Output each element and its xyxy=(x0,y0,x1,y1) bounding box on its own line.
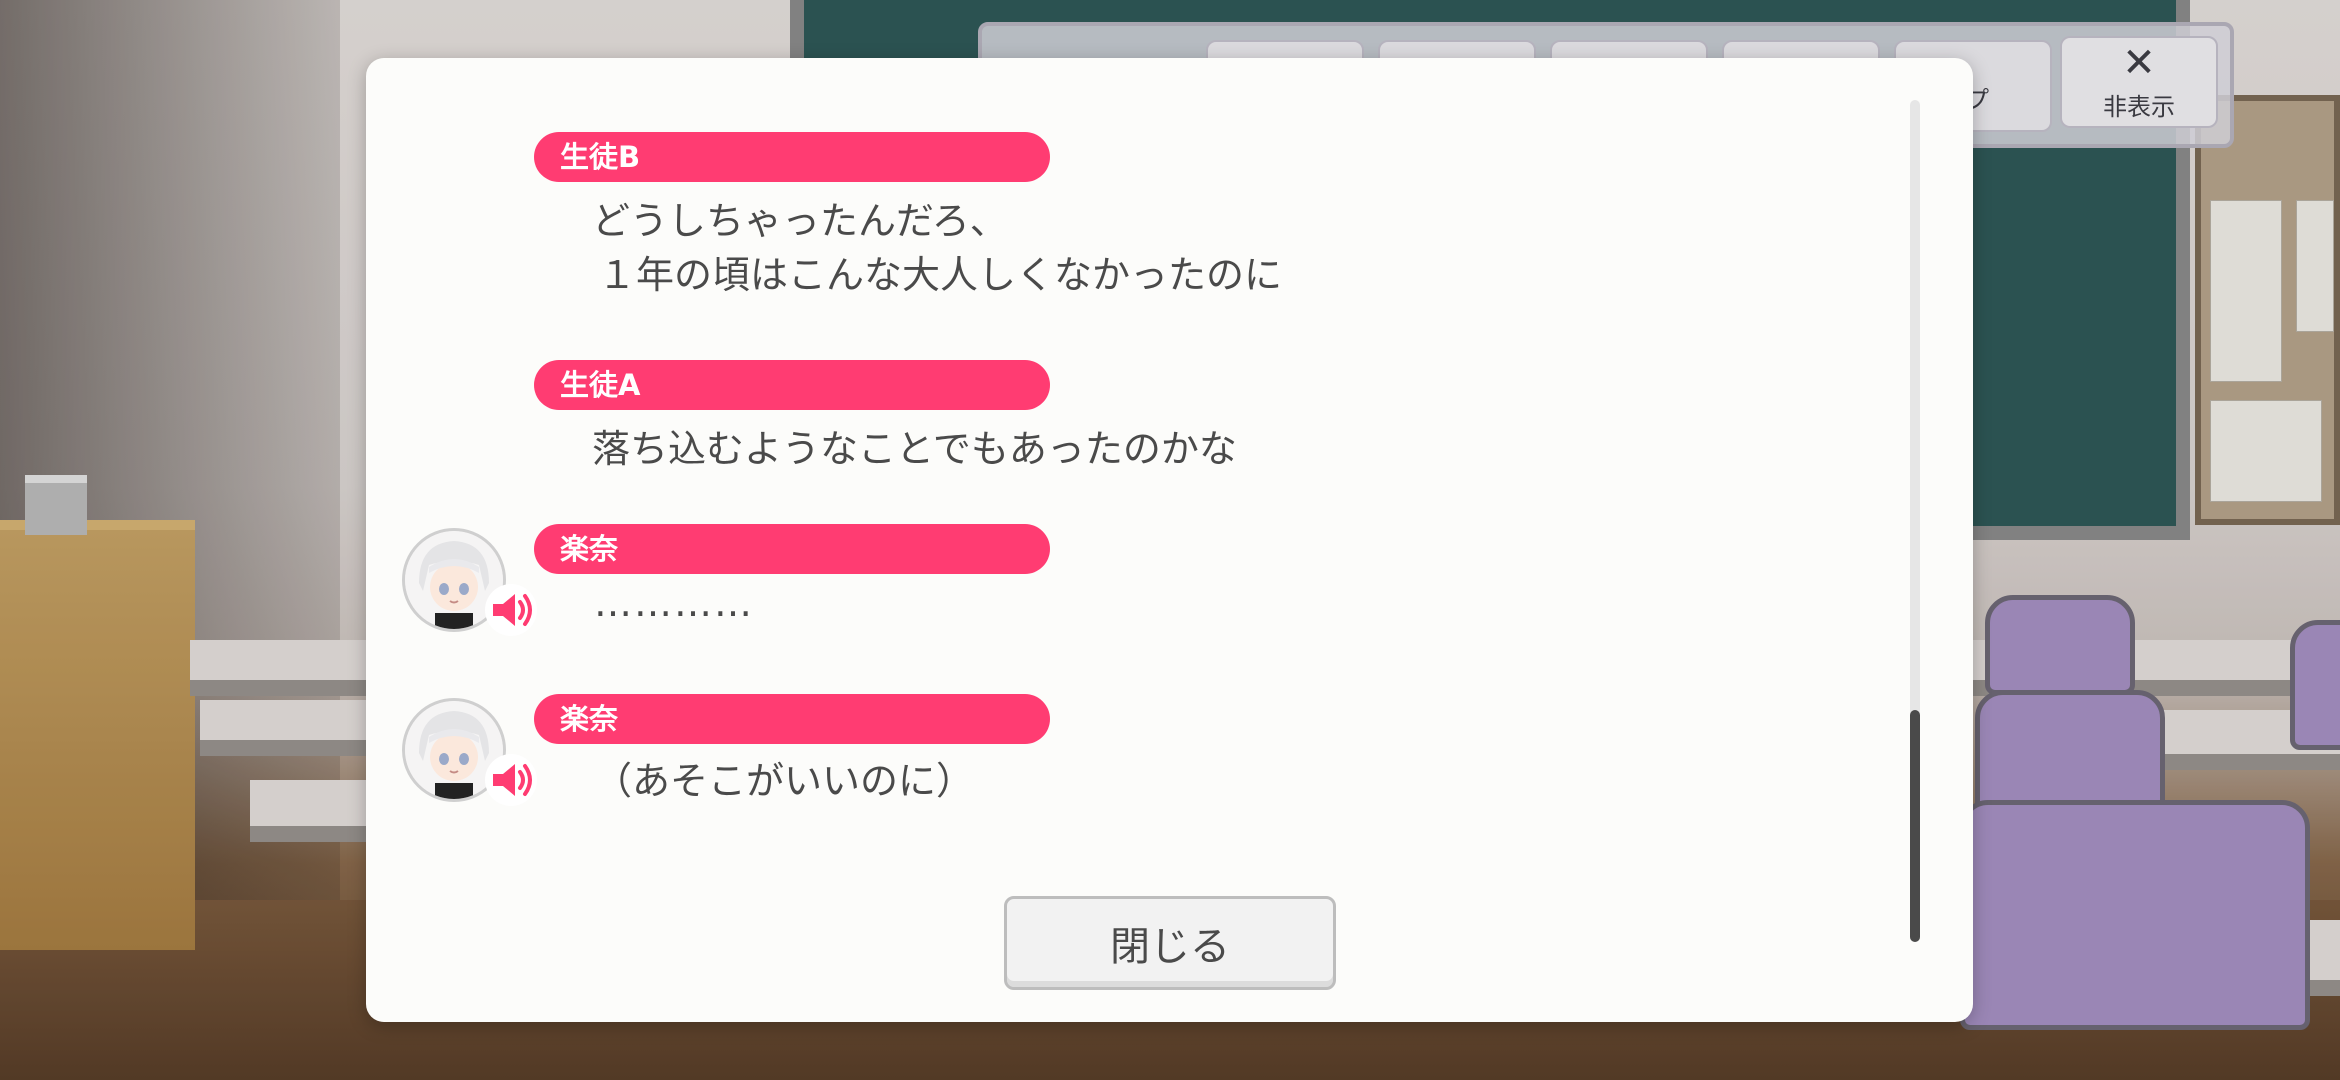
dialogue-line: 落ち込むようなことでもあったのかな xyxy=(592,427,1237,471)
speaker-name-tag: 楽奈 xyxy=(534,694,1050,744)
close-button[interactable]: 閉じる xyxy=(1004,896,1336,990)
speaker-name-tag: 生徒B xyxy=(534,132,1050,182)
log-entry: 楽奈 ………… xyxy=(366,524,1866,664)
log-entry: 生徒A 落ち込むようなことでもあったのかな xyxy=(366,360,1866,480)
backlog-dialog: 生徒B どうしちゃったんだろ、 １年の頃はこんな大人しくなかったのに 生徒A 落… xyxy=(366,58,1973,1022)
log-entry: 生徒B どうしちゃったんだろ、 １年の頃はこんな大人しくなかったのに xyxy=(366,132,1866,312)
dialogue-line: （あそこがいいのに） xyxy=(594,759,975,803)
close-button-label: 閉じる xyxy=(1110,924,1230,970)
dialogue-line: ………… xyxy=(594,581,754,625)
scrollbar-thumb[interactable] xyxy=(1910,710,1920,942)
speaker-icon[interactable] xyxy=(483,752,539,808)
speaker-icon[interactable] xyxy=(483,582,539,638)
dialogue-line: １年の頃はこんな大人しくなかったのに xyxy=(598,253,1283,297)
speaker-name-tag: 生徒A xyxy=(534,360,1050,410)
dialogue-line: どうしちゃったんだろ、 xyxy=(592,199,1008,243)
log-entry: 楽奈 （あそこがいいのに） xyxy=(366,694,1866,834)
game-screen: プ ✕ 非表示 生徒B どうしちゃったんだろ、 １年の頃はこんな大人しくなかった… xyxy=(0,0,2340,1080)
speaker-name-tag: 楽奈 xyxy=(534,524,1050,574)
